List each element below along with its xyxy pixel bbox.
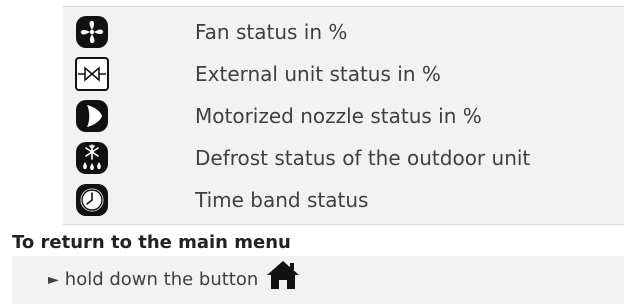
bullet-arrow-icon: ► xyxy=(48,272,59,288)
return-instruction-box: ► hold down the button xyxy=(12,256,624,304)
return-instruction-text: hold down the button xyxy=(64,269,259,290)
legend-label-time-band: Time band status xyxy=(195,188,369,212)
status-icon-legend: Fan status in % External unit status in … xyxy=(63,6,624,225)
legend-row-motorized-nozzle: Motorized nozzle status in % xyxy=(63,95,624,137)
return-instruction: ► hold down the button xyxy=(48,261,300,292)
home-icon xyxy=(266,258,300,292)
legend-label-fan: Fan status in % xyxy=(195,20,348,44)
legend-label-motorized-nozzle: Motorized nozzle status in % xyxy=(195,104,482,128)
legend-row-external-unit: External unit status in % xyxy=(63,53,624,95)
fan-icon xyxy=(75,15,109,49)
legend-label-external-unit: External unit status in % xyxy=(195,62,441,86)
return-heading: To return to the main menu xyxy=(12,232,291,253)
clock-icon xyxy=(75,183,109,217)
defrost-icon xyxy=(75,141,109,175)
legend-row-fan: Fan status in % xyxy=(63,11,624,53)
valve-icon xyxy=(75,57,109,91)
nozzle-icon xyxy=(75,99,109,133)
legend-label-defrost: Defrost status of the outdoor unit xyxy=(195,146,531,170)
legend-row-defrost: Defrost status of the outdoor unit xyxy=(63,137,624,179)
legend-row-time-band: Time band status xyxy=(63,179,624,221)
